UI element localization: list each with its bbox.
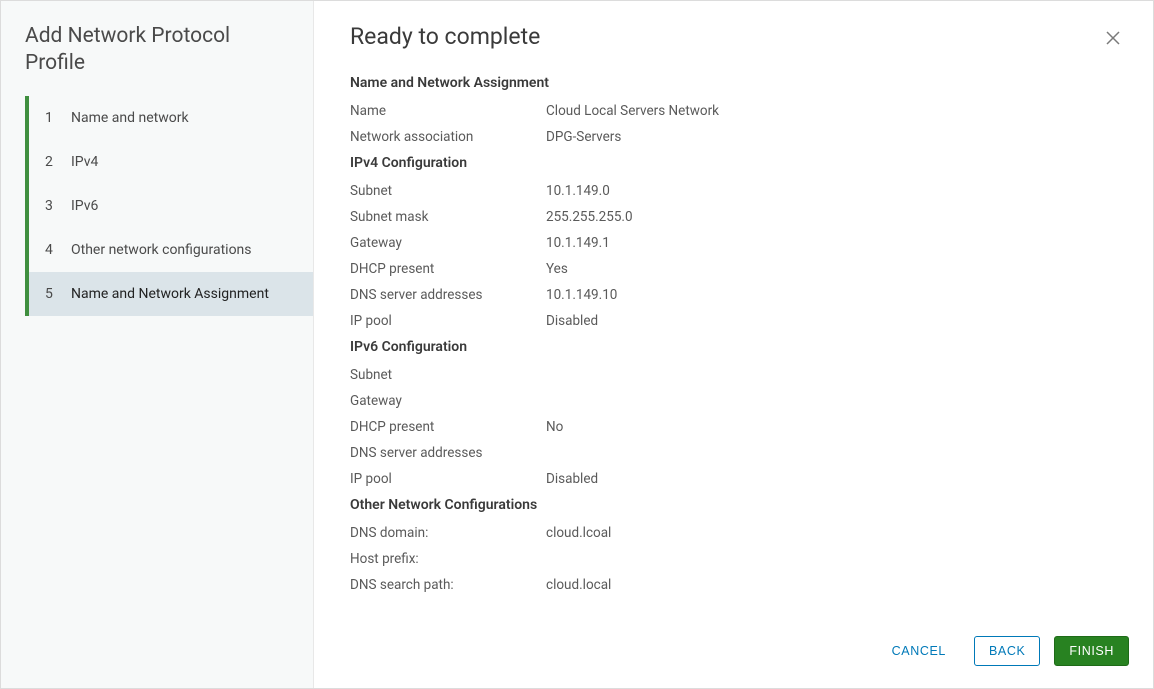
- step-other-network-configurations[interactable]: 4 Other network configurations: [25, 228, 313, 272]
- row-ipv6-gateway: Gateway: [350, 393, 1129, 409]
- row-ipv4-dhcp: DHCP present Yes: [350, 261, 1129, 277]
- row-network-association: Network association DPG-Servers: [350, 129, 1129, 145]
- step-label: Name and Network Assignment: [71, 286, 269, 302]
- label-network-association: Network association: [350, 129, 546, 145]
- section-heading-ipv6: IPv6 Configuration: [350, 339, 1129, 355]
- page-title: Ready to complete: [350, 23, 540, 50]
- row-ipv4-dns: DNS server addresses 10.1.149.10: [350, 287, 1129, 303]
- row-ipv4-subnet: Subnet 10.1.149.0: [350, 183, 1129, 199]
- value-dns-search-path: cloud.local: [546, 577, 611, 593]
- wizard-main: Ready to complete Name and Network Assig…: [314, 1, 1153, 688]
- label-ipv4-gateway: Gateway: [350, 235, 546, 251]
- label-ipv6-gateway: Gateway: [350, 393, 546, 409]
- value-dns-domain: cloud.lcoal: [546, 525, 611, 541]
- value-ipv4-mask: 255.255.255.0: [546, 209, 633, 225]
- cancel-button[interactable]: CANCEL: [878, 636, 960, 666]
- step-label: Other network configurations: [71, 242, 252, 258]
- label-dns-search-path: DNS search path:: [350, 577, 546, 593]
- row-ipv4-mask: Subnet mask 255.255.255.0: [350, 209, 1129, 225]
- row-host-prefix: Host prefix:: [350, 551, 1129, 567]
- step-label: IPv4: [71, 154, 98, 170]
- step-number: 3: [45, 198, 59, 214]
- step-label: Name and network: [71, 110, 189, 126]
- row-ipv6-dhcp: DHCP present No: [350, 419, 1129, 435]
- row-ipv4-pool: IP pool Disabled: [350, 313, 1129, 329]
- finish-button[interactable]: FINISH: [1054, 636, 1129, 666]
- label-ipv4-dns: DNS server addresses: [350, 287, 546, 303]
- wizard-sidebar: Add Network Protocol Profile 1 Name and …: [1, 1, 314, 688]
- wizard-footer: CANCEL BACK FINISH: [314, 620, 1153, 688]
- row-ipv6-subnet: Subnet: [350, 367, 1129, 383]
- value-ipv4-dns: 10.1.149.10: [546, 287, 617, 303]
- value-name: Cloud Local Servers Network: [546, 103, 719, 119]
- label-ipv4-subnet: Subnet: [350, 183, 546, 199]
- close-icon[interactable]: [1105, 27, 1121, 51]
- label-ipv4-dhcp: DHCP present: [350, 261, 546, 277]
- label-ipv4-pool: IP pool: [350, 313, 546, 329]
- label-host-prefix: Host prefix:: [350, 551, 546, 567]
- back-button[interactable]: BACK: [974, 636, 1040, 666]
- label-ipv6-dns: DNS server addresses: [350, 445, 546, 461]
- step-number: 1: [45, 110, 59, 126]
- step-name-and-network[interactable]: 1 Name and network: [25, 96, 313, 140]
- value-ipv6-pool: Disabled: [546, 471, 598, 487]
- value-ipv4-gateway: 10.1.149.1: [546, 235, 610, 251]
- section-heading-name-assignment: Name and Network Assignment: [350, 75, 1129, 91]
- step-name-and-network-assignment[interactable]: 5 Name and Network Assignment: [25, 272, 313, 316]
- step-number: 5: [45, 286, 59, 302]
- label-ipv6-dhcp: DHCP present: [350, 419, 546, 435]
- row-name: Name Cloud Local Servers Network: [350, 103, 1129, 119]
- label-name: Name: [350, 103, 546, 119]
- step-number: 4: [45, 242, 59, 258]
- row-ipv6-pool: IP pool Disabled: [350, 471, 1129, 487]
- step-ipv6[interactable]: 3 IPv6: [25, 184, 313, 228]
- wizard-title: Add Network Protocol Profile: [1, 23, 313, 96]
- value-ipv4-dhcp: Yes: [546, 261, 568, 277]
- step-ipv4[interactable]: 2 IPv4: [25, 140, 313, 184]
- row-ipv6-dns: DNS server addresses: [350, 445, 1129, 461]
- row-dns-search-path: DNS search path: cloud.local: [350, 577, 1129, 593]
- section-heading-ipv4: IPv4 Configuration: [350, 155, 1129, 171]
- label-dns-domain: DNS domain:: [350, 525, 546, 541]
- row-ipv4-gateway: Gateway 10.1.149.1: [350, 235, 1129, 251]
- row-dns-domain: DNS domain: cloud.lcoal: [350, 525, 1129, 541]
- label-ipv4-mask: Subnet mask: [350, 209, 546, 225]
- step-number: 2: [45, 154, 59, 170]
- value-network-association: DPG-Servers: [546, 129, 621, 145]
- value-ipv4-pool: Disabled: [546, 313, 598, 329]
- summary-scroll[interactable]: Name and Network Assignment Name Cloud L…: [314, 63, 1153, 620]
- label-ipv6-pool: IP pool: [350, 471, 546, 487]
- value-ipv4-subnet: 10.1.149.0: [546, 183, 610, 199]
- label-ipv6-subnet: Subnet: [350, 367, 546, 383]
- wizard-dialog: Add Network Protocol Profile 1 Name and …: [0, 0, 1154, 689]
- value-ipv6-dhcp: No: [546, 419, 563, 435]
- main-header: Ready to complete: [314, 1, 1153, 63]
- section-heading-other: Other Network Configurations: [350, 497, 1129, 513]
- step-label: IPv6: [71, 198, 98, 214]
- wizard-steps: 1 Name and network 2 IPv4 3 IPv6 4 Other…: [1, 96, 313, 316]
